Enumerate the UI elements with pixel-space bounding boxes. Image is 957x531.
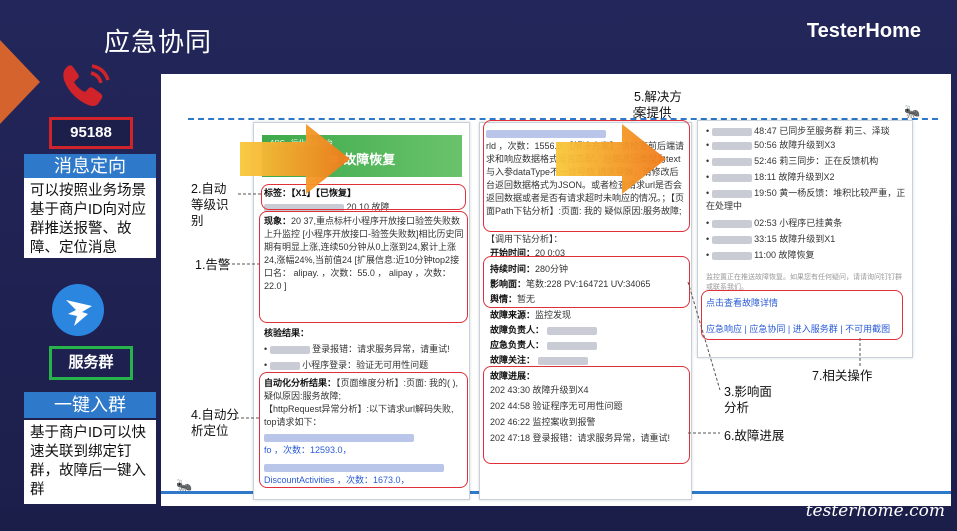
connector-lines <box>232 110 861 434</box>
slide: 应急协同 TesterHome 95188 消息定向 可以按照业务场景基于商户I… <box>0 0 957 531</box>
watermark: testerhome.com <box>805 501 945 521</box>
